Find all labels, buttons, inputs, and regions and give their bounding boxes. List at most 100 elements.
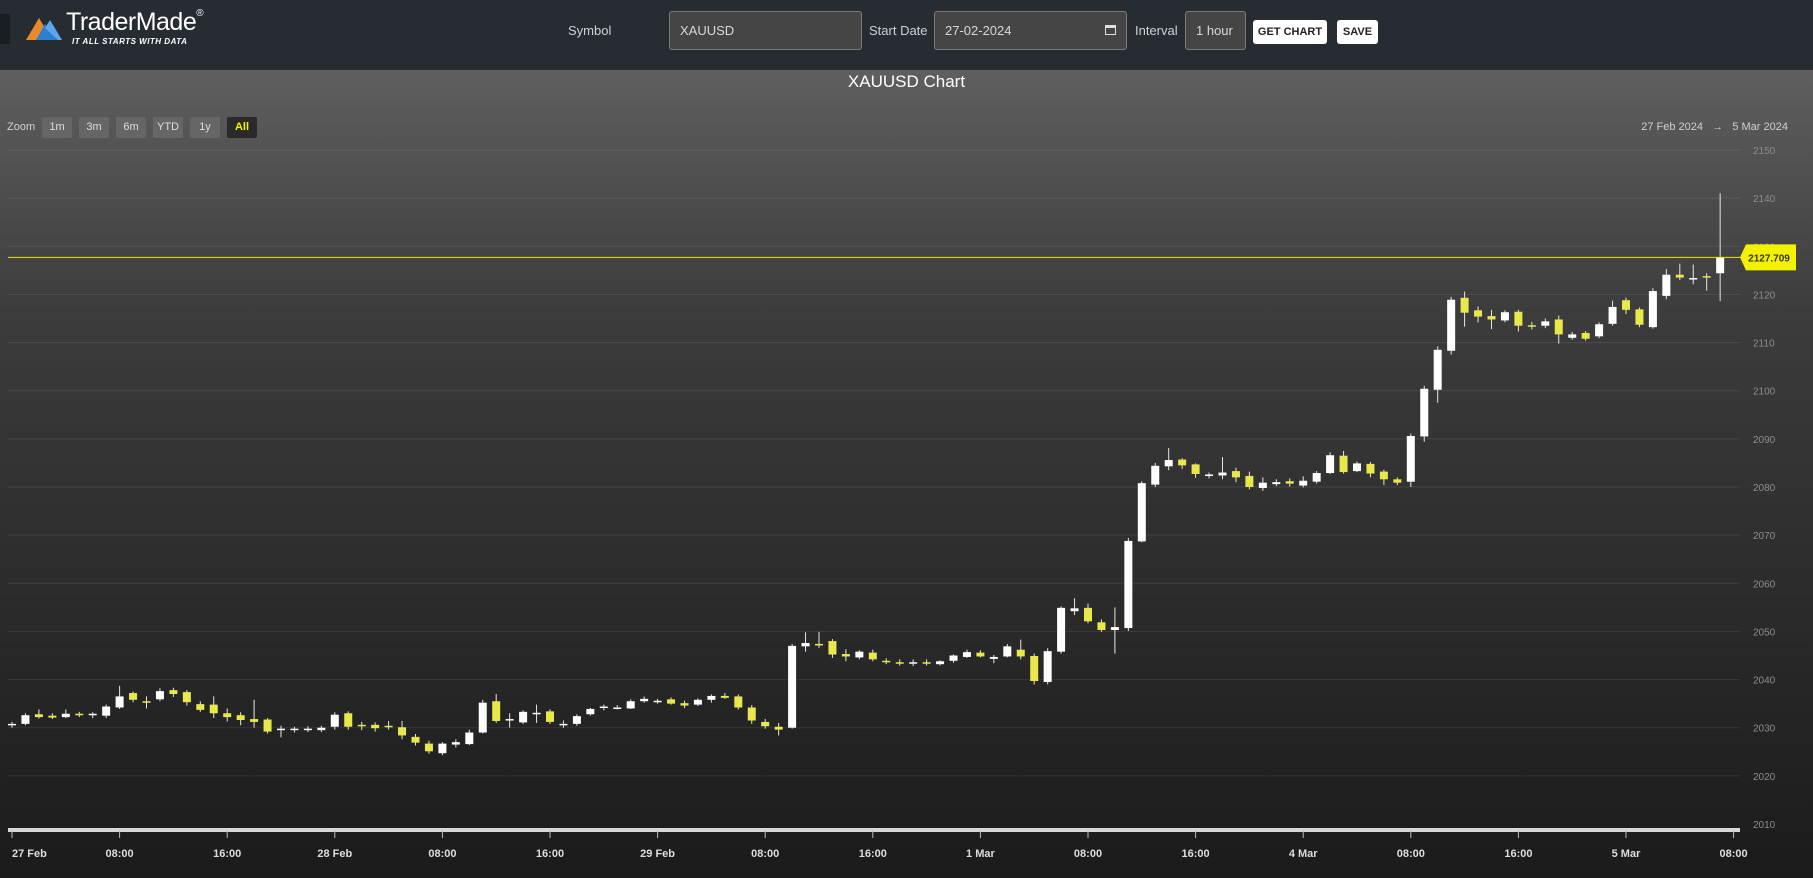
- x-tick-label: 16:00: [536, 848, 564, 860]
- candle-body: [465, 732, 474, 745]
- candle-body: [263, 719, 272, 732]
- candle-body: [599, 706, 608, 709]
- candle-body: [102, 706, 111, 716]
- candle-body: [290, 728, 299, 731]
- candle-body: [155, 691, 164, 700]
- candle-body: [1191, 464, 1200, 475]
- candle-body: [734, 696, 743, 708]
- candle-body: [61, 713, 70, 718]
- candle-body: [1326, 455, 1335, 474]
- candle-body: [1110, 627, 1119, 630]
- last-price-label: 2127.709: [1748, 253, 1790, 264]
- y-tick-label: 2010: [1753, 820, 1776, 831]
- candle-body: [303, 728, 312, 731]
- candle-body: [1245, 475, 1254, 487]
- candle-body: [1043, 651, 1052, 682]
- candle-body: [949, 655, 958, 661]
- candle-body: [1299, 480, 1308, 486]
- candle-body: [1635, 309, 1644, 325]
- y-tick-label: 2040: [1753, 676, 1776, 687]
- candle-body: [989, 656, 998, 659]
- candle-body: [75, 713, 84, 716]
- candle-body: [788, 645, 797, 728]
- navigator-bar: [8, 828, 1740, 832]
- candle-body: [1595, 324, 1604, 337]
- candle-body: [115, 696, 124, 708]
- candle-body: [1393, 479, 1402, 483]
- candle-body: [1178, 459, 1187, 466]
- candle-body: [330, 714, 339, 727]
- x-tick-label: 16:00: [213, 848, 241, 860]
- candle-body: [613, 707, 622, 709]
- candle-body: [626, 701, 635, 709]
- candle-body: [236, 715, 245, 721]
- candle-body: [1205, 474, 1214, 476]
- candle-body: [572, 716, 581, 724]
- y-tick-label: 2090: [1753, 435, 1776, 446]
- candle-body: [1366, 463, 1375, 474]
- candle-body: [277, 728, 285, 731]
- candle-body: [1258, 482, 1267, 488]
- candle-body: [317, 727, 326, 731]
- y-tick-label: 2140: [1753, 194, 1776, 205]
- candle-body: [398, 727, 407, 736]
- y-tick-label: 2100: [1753, 387, 1776, 398]
- candle-body: [1568, 334, 1577, 338]
- candle-body: [909, 662, 918, 664]
- x-tick-label: 5 Mar: [1612, 848, 1641, 860]
- y-tick-label: 2120: [1753, 290, 1776, 301]
- x-tick-label: 27 Feb: [12, 848, 47, 860]
- candle-body: [586, 708, 595, 715]
- x-tick-label: 08:00: [1397, 848, 1425, 860]
- candle-body: [1675, 274, 1684, 278]
- candle-body: [21, 715, 30, 724]
- x-tick-label: 16:00: [1504, 848, 1532, 860]
- candle-body: [895, 662, 904, 664]
- candle-body: [936, 661, 945, 665]
- candle-body: [1662, 274, 1671, 296]
- y-tick-label: 2110: [1753, 339, 1775, 350]
- candle-body: [1500, 312, 1509, 321]
- candle-body: [1164, 460, 1173, 467]
- candle-body: [1689, 278, 1698, 280]
- x-tick-label: 29 Feb: [640, 848, 675, 860]
- x-tick-label: 28 Feb: [317, 848, 352, 860]
- candle-body: [680, 703, 689, 706]
- candle-body: [129, 693, 138, 700]
- x-tick-label: 08:00: [1074, 848, 1102, 860]
- candle-body: [1285, 481, 1294, 484]
- candle-body: [1554, 319, 1563, 335]
- candle-body: [532, 712, 541, 715]
- candle-body: [1097, 622, 1106, 630]
- candle-body: [1406, 435, 1415, 482]
- candle-body: [1070, 608, 1079, 612]
- candle-body: [1527, 325, 1536, 327]
- candle-body: [1420, 388, 1429, 437]
- candle-body: [451, 742, 460, 745]
- candle-body: [720, 695, 729, 698]
- candlestick-chart[interactable]: 2010 2020 2030 2040 2050 2060 2070 2080 2090 2100…: [0, 0, 1813, 878]
- y-tick-label: 2050: [1753, 627, 1776, 638]
- x-tick-label: 08:00: [1720, 848, 1748, 860]
- candle-body: [344, 713, 353, 727]
- y-tick-label: 2060: [1753, 579, 1776, 590]
- candle-body: [1581, 332, 1590, 339]
- candle-body: [667, 699, 676, 704]
- y-tick-label: 2080: [1753, 483, 1776, 494]
- candle-body: [774, 726, 783, 730]
- candle-body: [1541, 321, 1550, 326]
- candle-body: [882, 660, 891, 663]
- candle-body: [1124, 540, 1133, 629]
- candle-body: [371, 724, 380, 729]
- candle-body: [1379, 471, 1388, 480]
- candle-body: [424, 743, 433, 752]
- candle-body: [841, 654, 850, 657]
- candle-body: [142, 701, 151, 703]
- candle-body: [1312, 473, 1321, 482]
- candle-body: [48, 715, 57, 718]
- candle-body: [1137, 483, 1146, 542]
- candle-body: [653, 700, 662, 703]
- candle-body: [1716, 257, 1725, 274]
- candle-body: [868, 652, 877, 660]
- candle-body: [1460, 297, 1469, 313]
